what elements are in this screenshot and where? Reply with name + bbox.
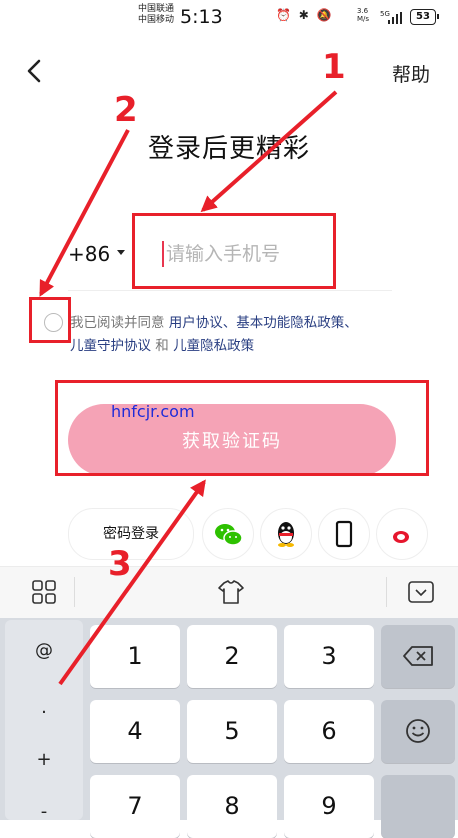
annotation-arrows [39, 90, 338, 686]
arrow-3 [58, 479, 206, 686]
arrow-2 [39, 129, 130, 297]
arrow-1 [200, 90, 338, 213]
